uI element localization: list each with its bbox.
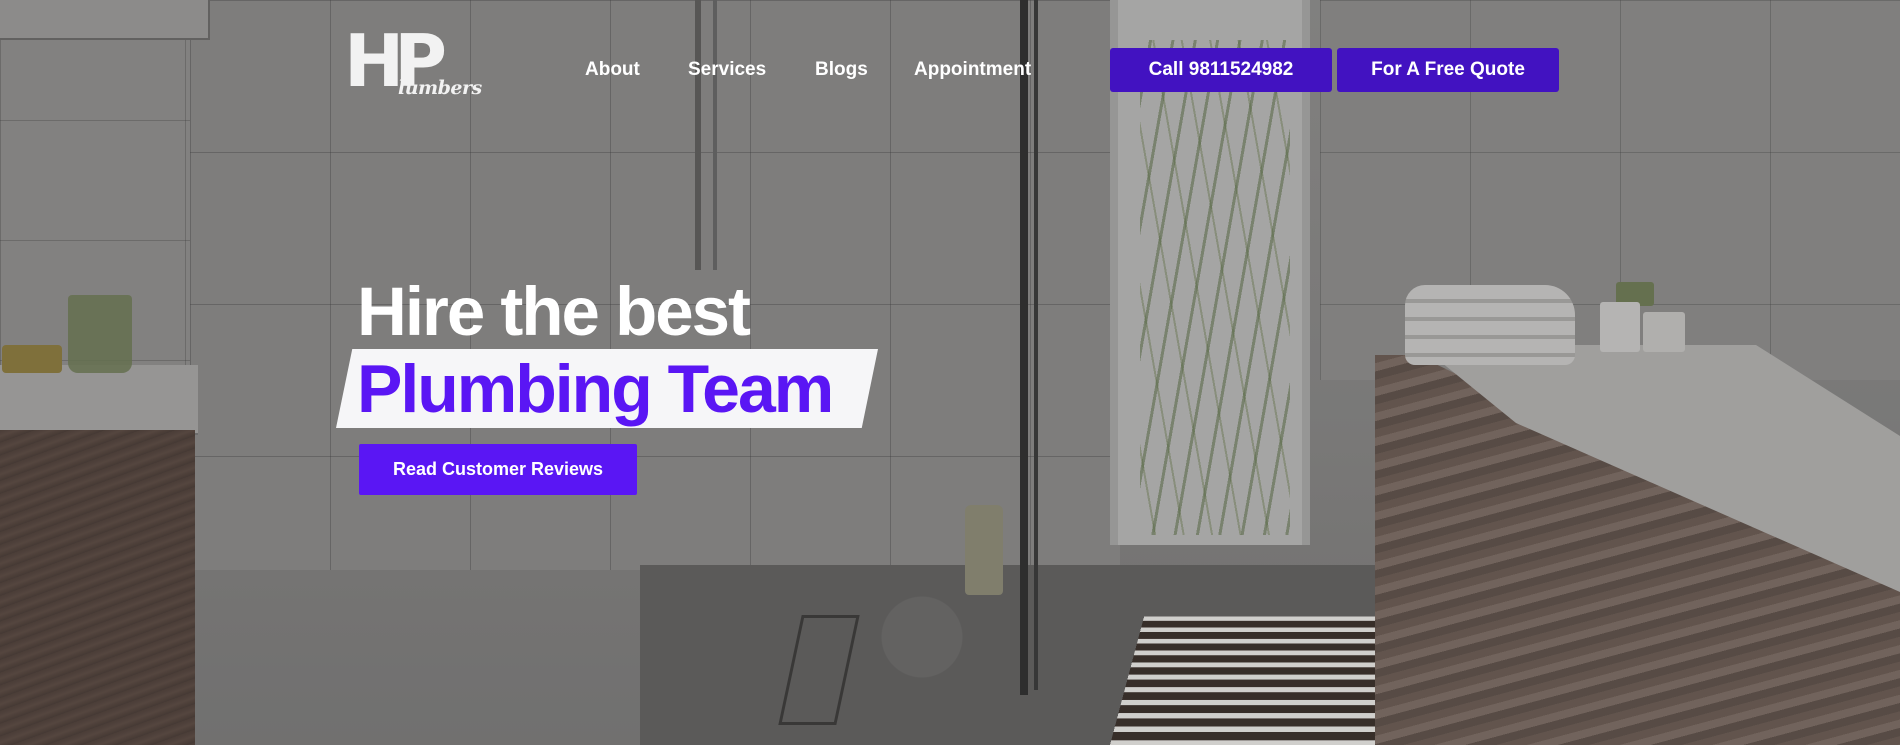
hero-heading-line1: Hire the best — [357, 273, 751, 350]
logo-wordmark: lumbers — [398, 77, 482, 99]
read-reviews-button[interactable]: Read Customer Reviews — [359, 444, 637, 495]
hero-heading-line2: Plumbing Team — [357, 351, 834, 427]
call-button[interactable]: Call 9811524982 — [1110, 48, 1332, 92]
hero-background-image — [0, 0, 1900, 745]
free-quote-button[interactable]: For A Free Quote — [1337, 48, 1559, 92]
site-logo[interactable]: HP lumbers — [344, 25, 482, 105]
nav-services[interactable]: Services — [688, 59, 766, 81]
nav-about[interactable]: About — [585, 59, 640, 81]
dark-overlay — [0, 0, 1900, 745]
nav-appointment[interactable]: Appointment — [914, 59, 1031, 81]
nav-blogs[interactable]: Blogs — [815, 59, 868, 81]
